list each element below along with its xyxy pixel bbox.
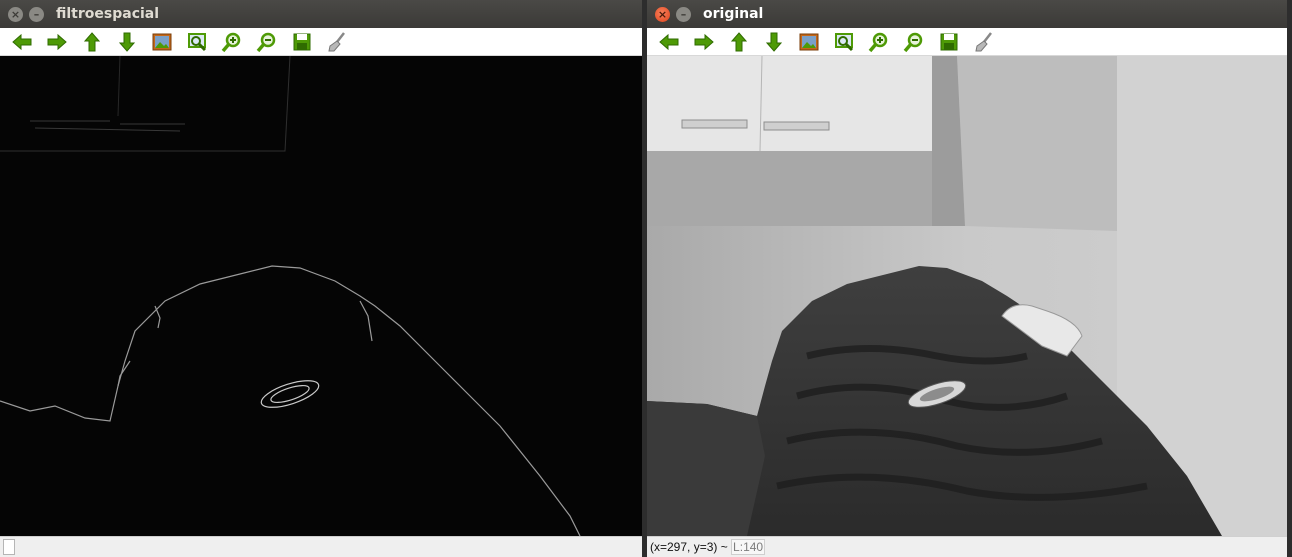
window-edge [1287, 0, 1292, 557]
close-button[interactable]: × [655, 6, 670, 22]
pan-right-button[interactable] [690, 30, 717, 54]
zoom-original-button[interactable] [795, 30, 822, 54]
arrow-left-icon [11, 33, 31, 50]
save-icon [940, 33, 957, 50]
minimize-button[interactable]: – [676, 6, 691, 22]
original-image-canvas[interactable] [647, 56, 1287, 536]
zoom-out-icon [256, 32, 275, 52]
image-icon [152, 33, 171, 50]
title-bar[interactable]: × – original [647, 0, 1287, 28]
camera-image [647, 56, 1287, 536]
pan-up-button[interactable] [78, 30, 105, 54]
minimize-icon: – [33, 7, 40, 21]
arrow-up-icon [730, 31, 747, 51]
save-button[interactable] [935, 30, 962, 54]
brush-icon [327, 31, 345, 51]
save-icon [293, 33, 310, 50]
close-icon: × [657, 7, 668, 21]
filtroespacial-window: × – filtroespacial [0, 0, 642, 557]
zoom-in-icon [221, 32, 240, 52]
pixel-level-field: L:140 [731, 539, 766, 555]
toolbar [0, 28, 642, 56]
arrow-right-icon [47, 33, 67, 50]
edge-filtered-image [0, 56, 642, 536]
status-bar: (x=297, y=3) ~ L:140 [647, 536, 1287, 557]
zoom-fit-button[interactable] [183, 30, 210, 54]
filtered-image-canvas[interactable] [0, 56, 642, 536]
close-button[interactable]: × [8, 6, 23, 22]
pixel-readout: (x=297, y=3) ~ L:140 [650, 539, 766, 555]
pan-right-button[interactable] [43, 30, 70, 54]
zoom-in-icon [868, 32, 887, 52]
save-button[interactable] [288, 30, 315, 54]
zoom-out-icon [903, 32, 922, 52]
zoom-in-button[interactable] [865, 30, 892, 54]
zoom-out-button[interactable] [253, 30, 280, 54]
status-bar [0, 536, 642, 557]
minimize-icon: – [680, 7, 687, 21]
image-icon [799, 33, 818, 50]
minimize-button[interactable]: – [29, 6, 44, 22]
level-value: 140 [743, 540, 764, 554]
brush-icon [974, 31, 992, 51]
zoom-out-button[interactable] [900, 30, 927, 54]
original-window: × – original (x=297, y=3) ~ L:140 [647, 0, 1287, 557]
window-title: original [703, 6, 764, 22]
zoom-original-button[interactable] [148, 30, 175, 54]
pan-down-button[interactable] [113, 30, 140, 54]
zoom-fit-icon [834, 32, 853, 51]
window-title: filtroespacial [56, 6, 160, 22]
arrow-up-icon [83, 31, 100, 51]
close-icon: × [10, 7, 21, 21]
zoom-fit-button[interactable] [830, 30, 857, 54]
arrow-down-icon [765, 32, 782, 52]
pan-left-button[interactable] [8, 30, 35, 54]
level-label: L: [733, 540, 744, 554]
arrow-right-icon [694, 33, 714, 50]
pan-left-button[interactable] [655, 30, 682, 54]
pan-up-button[interactable] [725, 30, 752, 54]
pan-down-button[interactable] [760, 30, 787, 54]
arrow-down-icon [118, 32, 135, 52]
zoom-fit-icon [187, 32, 206, 51]
toolbar [647, 28, 1287, 56]
status-field [3, 539, 15, 555]
title-bar[interactable]: × – filtroespacial [0, 0, 642, 28]
properties-button[interactable] [970, 30, 997, 54]
properties-button[interactable] [323, 30, 350, 54]
cursor-coordinates: (x=297, y=3) ~ [650, 540, 732, 554]
arrow-left-icon [658, 33, 678, 50]
zoom-in-button[interactable] [218, 30, 245, 54]
